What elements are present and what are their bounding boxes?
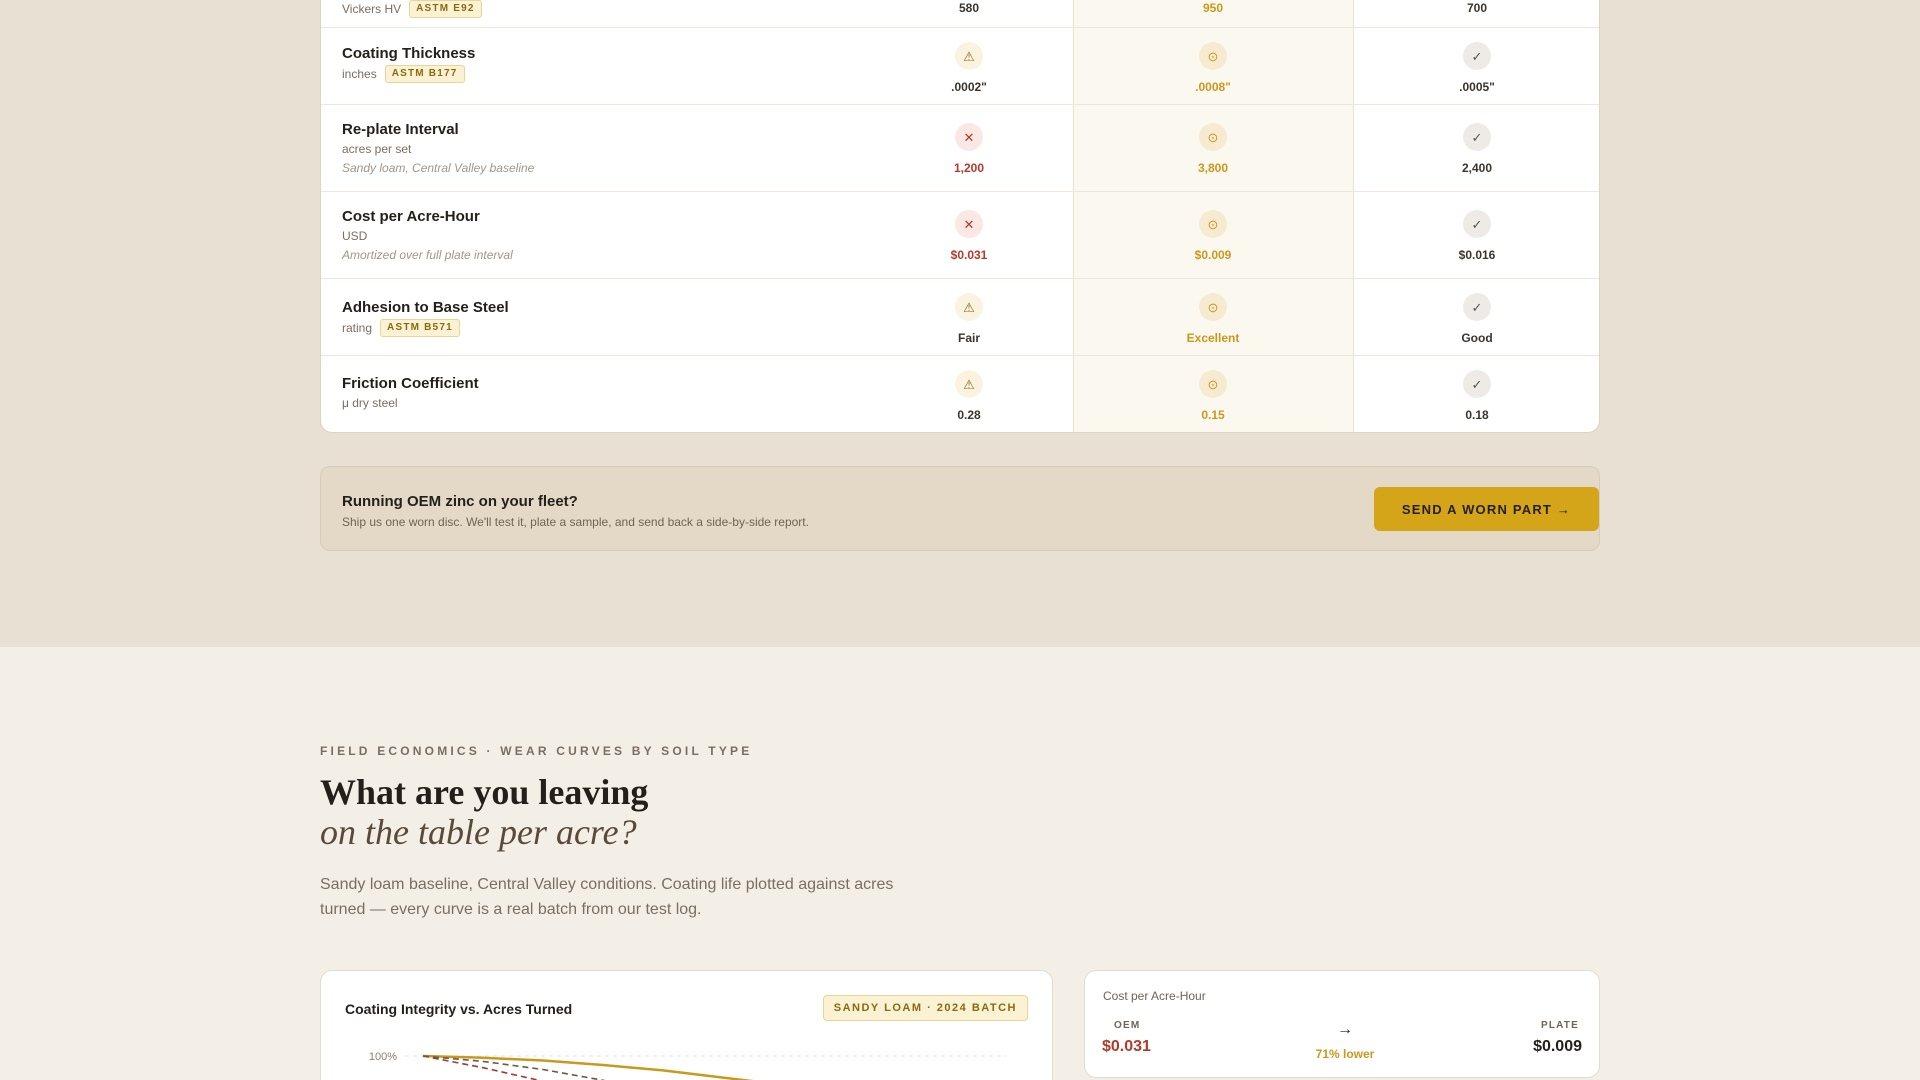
standard-badge: ASTM B177 [384,65,465,83]
oem-cell: ✕ $0.031 [869,210,1069,262]
check-icon: ✓ [1463,42,1491,70]
warning-triangle-icon: ⚠ [955,293,983,321]
standard-badge: ASTM E92 [409,0,482,18]
check-icon: ✓ [1463,293,1491,321]
table-row: Vickers HV ASTM E92 580 950 700 [321,0,1599,28]
oem-cell: ⚠ 0.28 [869,370,1069,422]
row-title: Friction Coefficient [342,375,479,392]
standard-badge: ASTM B571 [380,319,460,337]
circle-check-icon: ⊙ [1199,293,1227,321]
arrow-right-icon: → [1337,1021,1353,1038]
table-row: Re-plate Interval acres per set Sandy lo… [321,105,1599,192]
row-title: Cost per Acre-Hour [342,208,480,225]
row-title: Re-plate Interval [342,121,459,138]
row-title: Adhesion to Base Steel [342,299,509,316]
cta-subtitle: Ship us one worn disc. We'll test it, pl… [342,515,809,529]
check-icon: ✓ [1463,370,1491,398]
check-icon: ✓ [1463,123,1491,151]
row-header: Coating Thickness inches ASTM B177 [342,45,475,83]
check-icon: ✓ [1463,210,1491,238]
oem-cost: $0.031 [1102,1038,1151,1055]
alt-cell: ✓ Good [1377,293,1577,345]
table-row: Adhesion to Base Steel rating ASTM B571 … [321,279,1599,356]
table-row: Cost per Acre-Hour USD Amortized over fu… [321,192,1599,279]
comparison-section: Vickers HV ASTM E92 580 950 700 Coating … [0,0,1920,647]
row-header: Re-plate Interval acres per set Sandy lo… [342,121,534,176]
section-heading-italic: on the table per acre? [320,812,637,852]
warning-triangle-icon: ⚠ [955,370,983,398]
wear-curve-chart: Coating Integrity vs. Acres Turned SANDY… [320,970,1053,1080]
circle-check-icon: ⊙ [1199,370,1227,398]
plate-cell: ⊙ $0.009 [1113,210,1313,262]
row-unit: acres per set [342,142,412,156]
row-note: Amortized over full plate interval [342,248,513,262]
warning-triangle-icon: ⚠ [955,42,983,70]
circle-check-icon: ⊙ [1199,210,1227,238]
oem-cell: 580 [958,1,980,15]
plate-cell: ⊙ .0008" [1113,42,1313,94]
y-tick-label: 100% [369,1051,397,1063]
x-icon: ✕ [955,123,983,151]
row-header: Friction Coefficient μ dry steel [342,375,479,411]
comparison-table: Vickers HV ASTM E92 580 950 700 Coating … [320,0,1600,433]
alt-cell: ✓ 0.18 [1377,370,1577,422]
alt-cell: ✓ $0.016 [1377,210,1577,262]
row-title: Coating Thickness [342,45,476,62]
plate-label: PLATE [1540,1020,1579,1031]
row-header: Adhesion to Base Steel rating ASTM B571 [342,299,509,337]
oem-label: OEM [1114,1020,1141,1031]
section-eyebrow: FIELD ECONOMICS · WEAR CURVES BY SOIL TY… [320,744,753,758]
series-line-0 [422,1054,754,1080]
table-row: Coating Thickness inches ASTM B177 ⚠ .00… [321,28,1599,105]
cost-comparison-card: Cost per Acre-Hour OEM $0.031 → 71% lowe… [1084,970,1600,1078]
send-worn-part-button[interactable]: SEND A WORN PART → [1374,487,1599,531]
row-note: Sandy loam, Central Valley baseline [342,161,535,175]
plate-cell: 950 [1202,1,1224,15]
cta-title: Running OEM zinc on your fleet? [342,493,578,510]
plate-cell: ⊙ 3,800 [1113,123,1313,175]
oem-cell: ⚠ Fair [869,293,1069,345]
row-header: Cost per Acre-Hour USD Amortized over fu… [342,208,513,263]
alt-cell: ✓ .0005" [1377,42,1577,94]
cost-delta: 71% lower [1315,1047,1375,1061]
row-unit: Vickers HV [342,2,402,16]
plate-cell: ⊙ Excellent [1113,293,1313,345]
row-unit: USD [342,229,368,243]
row-unit: μ dry steel [342,396,398,410]
section-lede: Sandy loam baseline, Central Valley cond… [320,876,894,918]
x-icon: ✕ [955,210,983,238]
cta-banner: Running OEM zinc on your fleet? Ship us … [320,466,1600,551]
cost-card-title: Cost per Acre-Hour [1103,989,1206,1003]
section-heading: What are you leaving [320,772,649,812]
table-row: Friction Coefficient μ dry steel ⚠ 0.28 … [321,356,1599,432]
row-unit: rating [342,321,373,335]
row-header: Vickers HV ASTM E92 [342,0,482,18]
alt-cell: ✓ 2,400 [1377,123,1577,175]
plate-cell: ⊙ 0.15 [1113,370,1313,422]
chart-plot: 100% [369,1051,1006,1080]
circle-check-icon: ⊙ [1199,42,1227,70]
plate-cost: $0.009 [1533,1038,1582,1055]
oem-cell: ⚠ .0002" [869,42,1069,94]
alt-cell: 700 [1466,1,1488,15]
row-unit: inches [342,67,377,81]
circle-check-icon: ⊙ [1199,123,1227,151]
oem-cell: ✕ 1,200 [869,123,1069,175]
